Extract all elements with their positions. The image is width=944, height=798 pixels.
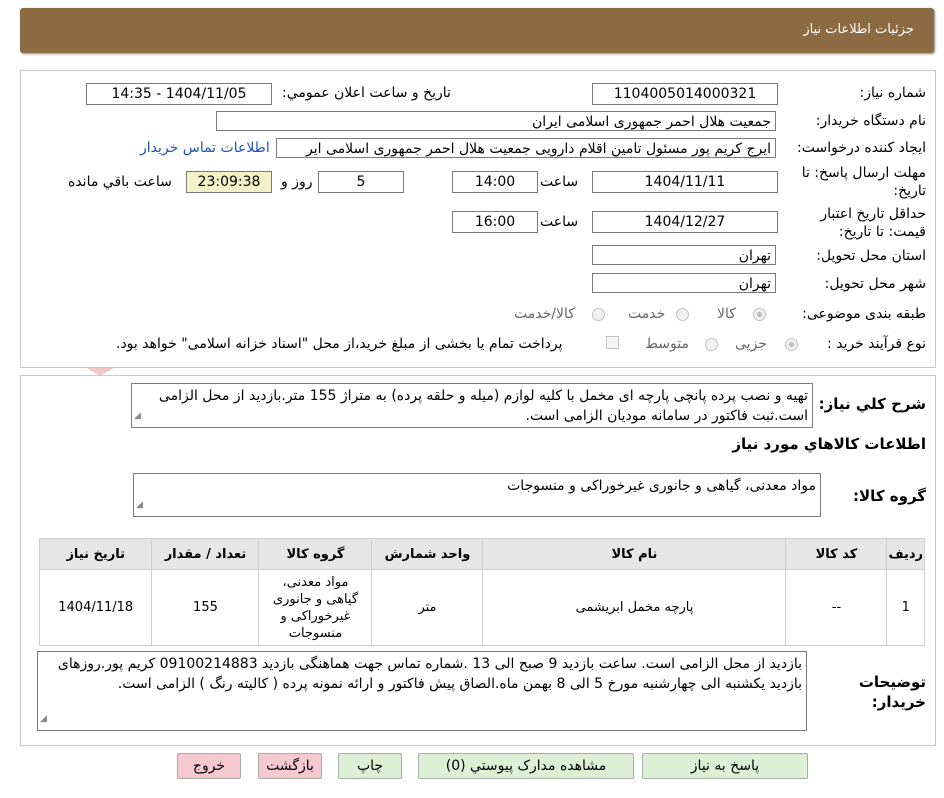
need-number-field: 1104005014000321 bbox=[592, 83, 778, 105]
col-item-name: نام کالا bbox=[482, 538, 787, 570]
summary-text: تهیه و نصب پرده پانچی پارچه ای مخمل با ک… bbox=[158, 388, 808, 424]
buyer-org-field: جمعیت هلال احمر جمهوری اسلامی ایران bbox=[216, 111, 776, 131]
col-row-number: رديف bbox=[886, 538, 925, 570]
announce-datetime-field: 1404/11/05 - 14:35 bbox=[86, 83, 272, 105]
need-number-label: شماره نیاز: bbox=[859, 85, 927, 101]
requester-field: ایرج کریم پور مسئول تامین اقلام دارویی ج… bbox=[276, 138, 776, 158]
category-radio-goods-service[interactable] bbox=[592, 308, 605, 321]
cell-need-date: 1404/11/18 bbox=[38, 569, 153, 646]
cell-quantity: 155 bbox=[151, 569, 260, 646]
goods-table: رديف کد کالا نام کالا واحد شمارش گروه کا… bbox=[38, 538, 925, 646]
goods-group-label: گروه کالا: bbox=[853, 487, 926, 505]
reply-button[interactable]: پاسخ به نياز bbox=[642, 753, 808, 779]
buyer-notes-label: توضيحات خريدار: bbox=[858, 673, 926, 711]
goods-group-field[interactable]: مواد معدنی، گیاهی و جانوری غیرخوراکی و م… bbox=[133, 473, 821, 517]
price-validity-date-field: 1404/12/27 bbox=[592, 211, 778, 233]
exit-button[interactable]: خروج bbox=[177, 753, 241, 779]
print-button[interactable]: چاپ bbox=[338, 753, 402, 779]
cell-item-name: پارچه مخمل ابریشمی bbox=[482, 569, 787, 646]
category-label: طبقه بندی موضوعی: bbox=[802, 306, 926, 322]
category-radio-goods[interactable] bbox=[753, 308, 766, 321]
reply-deadline-date-field: 1404/11/11 bbox=[592, 171, 778, 193]
resize-grip-icon: ◢ bbox=[40, 714, 47, 724]
table-header-row: رديف کد کالا نام کالا واحد شمارش گروه کا… bbox=[38, 538, 925, 570]
announce-datetime-label: تاريخ و ساعت اعلان عمومي: bbox=[282, 85, 451, 101]
category-option-goods-service: کالا/خدمت bbox=[514, 306, 575, 322]
reply-deadline-time-field: 14:00 bbox=[452, 171, 538, 193]
price-validity-label: حداقل تاريخ اعتبار قيمت: تا تاريخ: bbox=[820, 206, 926, 240]
requester-label: ايجاد کننده درخواست: bbox=[797, 140, 926, 156]
col-quantity: تعداد / مقدار bbox=[151, 538, 260, 570]
price-validity-time-field: 16:00 bbox=[452, 211, 538, 233]
purchase-process-label: نوع فرآیند خرید : bbox=[827, 336, 926, 352]
remaining-time-field: 23:09:38 bbox=[186, 171, 272, 193]
delivery-city-label: شهر محل تحويل: bbox=[824, 276, 926, 292]
buyer-contact-link[interactable]: اطلاعات تماس خريدار bbox=[140, 140, 270, 156]
category-option-goods: کالا bbox=[717, 306, 736, 322]
process-radio-medium[interactable] bbox=[705, 338, 718, 351]
reply-deadline-label: مهلت ارسال پاسخ: تا تاریخ: bbox=[801, 165, 926, 199]
resize-grip-icon: ◢ bbox=[134, 411, 141, 421]
validity-time-label: ساعت bbox=[540, 214, 579, 230]
attachments-button[interactable]: مشاهده مدارک پيوستي (0) bbox=[418, 753, 634, 779]
process-radio-minor[interactable] bbox=[785, 338, 798, 351]
days-field: 5 bbox=[318, 171, 404, 193]
buyer-org-label: نام دستگاه خريدار: bbox=[815, 113, 926, 129]
remaining-label: ساعت باقي مانده bbox=[68, 174, 172, 190]
cell-row-number: 1 bbox=[886, 569, 925, 646]
summary-label: شرح کلي نياز: bbox=[818, 395, 926, 413]
buyer-notes-textarea[interactable]: بازدید از محل الزامی است. ساعت بازدید 9 … bbox=[37, 651, 807, 731]
table-row[interactable]: 1 -- پارچه مخمل ابریشمی متر مواد معدنی، … bbox=[38, 569, 925, 646]
category-radio-service[interactable] bbox=[676, 308, 689, 321]
cell-goods-group: مواد معدنی، گیاهی و جانوری غیرخوراکی و م… bbox=[258, 569, 373, 646]
reply-time-label: ساعت bbox=[540, 174, 579, 190]
goods-section-title: اطلاعات کالاهاي مورد نياز bbox=[732, 435, 926, 453]
col-need-date: تاريخ نياز bbox=[38, 538, 153, 570]
back-button[interactable]: بازگشت bbox=[258, 753, 322, 779]
delivery-province-label: استان محل تحويل: bbox=[816, 248, 926, 264]
delivery-city-field: تهران bbox=[592, 273, 776, 293]
goods-group-value: مواد معدنی، گیاهی و جانوری غیرخوراکی و م… bbox=[507, 478, 816, 494]
delivery-province-field: تهران bbox=[592, 245, 776, 265]
col-item-code: کد کالا bbox=[785, 538, 888, 570]
page-header: جزئيات اطلاعات نياز bbox=[20, 8, 934, 53]
page-title: جزئيات اطلاعات نياز bbox=[803, 22, 914, 37]
treasury-payment-note: پرداخت تمام یا بخشی از مبلغ خرید،از محل … bbox=[116, 336, 563, 352]
process-option-minor: جزیی bbox=[735, 336, 767, 352]
summary-textarea[interactable]: تهیه و نصب پرده پانچی پارچه ای مخمل با ک… bbox=[131, 383, 813, 428]
resize-grip-icon: ◢ bbox=[136, 500, 143, 510]
category-option-service: خدمت bbox=[628, 306, 666, 322]
buyer-notes-text: بازدید از محل الزامی است. ساعت بازدید 9 … bbox=[57, 656, 802, 692]
col-unit: واحد شمارش bbox=[371, 538, 484, 570]
cell-unit: متر bbox=[371, 569, 484, 646]
days-label: روز و bbox=[281, 174, 313, 190]
cell-item-code: -- bbox=[785, 569, 888, 646]
treasury-payment-checkbox[interactable] bbox=[606, 336, 619, 349]
col-goods-group: گروه کالا bbox=[258, 538, 373, 570]
process-option-medium: متوسط bbox=[645, 336, 689, 352]
